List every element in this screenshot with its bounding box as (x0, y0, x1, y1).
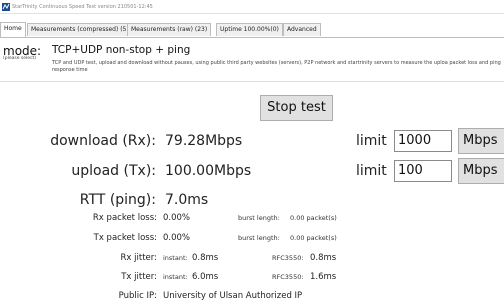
rx-jitter-label: Rx jitter: (120, 253, 157, 263)
upload-limit-input[interactable]: 100 (394, 160, 452, 182)
rx-jitter-rfc-label: RFC3550: (272, 254, 304, 262)
tx-jitter-instant-value: 6.0ms (192, 272, 219, 282)
upload-label: upload (Tx): (71, 163, 156, 179)
tab-measurements-raw[interactable]: Measurements (raw) (23) (127, 23, 212, 36)
window-title: StarTrinity Continuous Speed Test versio… (12, 3, 153, 10)
rx-burst-length-label: burst length: (238, 214, 280, 222)
tx-jitter-instant-label: instant: (163, 273, 188, 281)
app-window: StarTrinity Continuous Speed Test versio… (0, 0, 504, 304)
tx-burst-length-value: 0.00 packet(s) (290, 234, 337, 242)
download-label: download (Rx): (50, 133, 156, 149)
upload-unit-button[interactable]: Mbps (458, 158, 504, 184)
upload-value: 100.00Mbps (165, 163, 252, 179)
rx-jitter-rfc-value: 0.8ms (310, 253, 337, 263)
rx-burst-length-value: 0.00 packet(s) (290, 214, 337, 222)
header-divider (0, 81, 504, 82)
download-limit-label: limit (356, 133, 387, 149)
mode-title[interactable]: TCP+UDP non-stop + ping (52, 44, 190, 57)
mode-sublabel: (please select) (3, 56, 37, 61)
tx-jitter-rfc-label: RFC3550: (272, 273, 304, 281)
public-ip-label: Public IP: (118, 291, 157, 301)
rx-packet-loss-label: Rx packet loss: (92, 213, 157, 223)
tab-measurements-compressed[interactable]: Measurements (compressed) (5) (27, 23, 133, 36)
tx-burst-length-label: burst length: (238, 234, 280, 242)
tx-packet-loss-label: Tx packet loss: (93, 233, 157, 243)
mode-description: TCP and UDP test, upload and download wi… (52, 60, 501, 73)
rx-jitter-instant-value: 0.8ms (192, 253, 219, 263)
tx-jitter-rfc-value: 1.6ms (310, 272, 337, 282)
rx-packet-loss-value: 0.00% (163, 213, 191, 223)
app-logo-icon (2, 2, 10, 11)
download-limit-input[interactable]: 1000 (394, 130, 452, 152)
tab-home[interactable]: Home (0, 22, 26, 37)
tab-advanced[interactable]: Advanced (283, 23, 321, 36)
rtt-value: 7.0ms (165, 192, 209, 208)
tab-bar: Home Measurements (compressed) (5) Measu… (0, 22, 504, 38)
rx-jitter-instant-label: instant: (163, 254, 188, 262)
download-value: 79.28Mbps (165, 133, 243, 149)
stop-test-button[interactable]: Stop test (260, 95, 333, 121)
public-ip-value: University of Ulsan Authorized IP (163, 291, 303, 301)
download-unit-button[interactable]: Mbps (458, 128, 504, 154)
tab-uptime[interactable]: Uptime 100.00%(0) (216, 23, 283, 36)
upload-limit-label: limit (356, 163, 387, 179)
tx-jitter-label: Tx jitter: (121, 272, 157, 282)
tx-packet-loss-value: 0.00% (163, 233, 191, 243)
title-bar: StarTrinity Continuous Speed Test versio… (0, 0, 504, 14)
rtt-label: RTT (ping): (79, 192, 156, 208)
